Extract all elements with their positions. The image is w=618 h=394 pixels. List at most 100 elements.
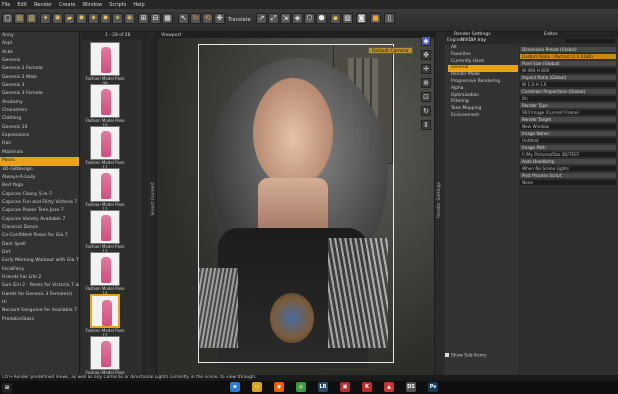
app2-icon[interactable]: ▲ [384,382,394,392]
tool-c-icon[interactable]: ⇲ [280,13,291,24]
uber-light-icon[interactable]: ✶ [112,13,123,24]
zoom-icon[interactable]: ⊕ [421,78,431,88]
tree-item[interactable]: Anny [0,32,79,40]
tree-item[interactable]: Capsces Classy 5-in-7 [0,191,79,199]
group-icon[interactable]: ⊟ [150,13,161,24]
node-icon[interactable]: ⊞ [138,13,149,24]
smart-content-tab[interactable]: Smart Content [150,32,157,375]
translate-icon[interactable]: ✥ [214,13,225,24]
tool-e-icon[interactable]: ⬡ [304,13,315,24]
tree-item[interactable]: Poses [0,157,79,166]
tree-item[interactable]: Gun Girl 2 - Poses for Victoria 7 and 7.… [0,282,79,290]
tree-item[interactable]: Genesis 3 Female [0,90,79,98]
tree-item[interactable]: Dark Spell [0,241,79,249]
menu-edit[interactable]: Edit [17,2,27,8]
tree-item[interactable]: Classical Dance [0,224,79,232]
grid-icon[interactable]: ▦ [162,13,173,24]
tab-render-settings[interactable]: Render Settings [454,32,491,37]
render-settings-side-tab[interactable]: Render Settings [434,32,444,375]
render-settings-icon[interactable]: ▧ [342,13,353,24]
tree-item[interactable]: Genesis 10 [0,124,79,132]
pointer-icon[interactable]: ↖ [178,13,189,24]
tool-b-icon[interactable]: ⤢ [268,13,279,24]
menu-file[interactable]: File [2,2,10,8]
tree-item[interactable]: Anatomy [0,99,79,107]
menu-create[interactable]: Create [59,2,76,8]
search-input[interactable] [565,39,615,43]
k-icon[interactable]: K [362,382,372,392]
tree-item[interactable]: Aspt [0,40,79,48]
tool-g-icon[interactable]: ▪ [330,13,341,24]
pose-thumbnail[interactable] [90,168,120,202]
render-nav-item[interactable]: Progressive Rendering [448,79,518,86]
render-now-icon[interactable]: ■ [370,13,381,24]
pose-thumbnail[interactable] [90,336,120,370]
tree-item[interactable]: Early Morning Workout with Gia 7 [0,257,79,265]
render-nav-item[interactable]: Environment [448,113,518,120]
tree-item[interactable]: Characters [0,107,79,115]
property-value[interactable]: Still Image (Current Frame) [520,110,616,115]
tree-item[interactable]: Bed Yoga [0,182,79,190]
orbit-icon[interactable]: ✥ [421,50,431,60]
tree-item[interactable]: Always-A-Lady [0,174,79,182]
tree-item[interactable]: Dirt [0,249,79,257]
tool-f-icon[interactable]: ⬢ [316,13,327,24]
tree-item[interactable]: Nociant Sanguine for Available 7 [0,307,79,315]
photoshop-icon[interactable]: Ps [428,382,438,392]
property-value[interactable]: W 494 H 800 [520,68,616,73]
pose-thumbnail[interactable] [90,252,120,286]
roll-icon[interactable]: ↻ [421,106,431,116]
tree-item[interactable]: Acke [0,49,79,57]
pose-thumbnail[interactable] [90,42,120,76]
light-icon[interactable]: ✺ [52,13,63,24]
property-value[interactable]: None [520,180,616,185]
thumbs-scrollbar[interactable] [142,40,148,375]
property-value[interactable]: Untitled [520,138,616,143]
menu-window[interactable]: Window [83,2,103,8]
render-nav-item[interactable]: Alpha [448,86,518,93]
property-value[interactable]: On [520,96,616,101]
spot-icon[interactable]: ✹ [76,13,87,24]
camera-dropdown[interactable]: Default Camera [368,47,413,54]
open-icon[interactable]: ▤ [14,13,25,24]
viewport[interactable]: Viewport Default Camera [158,32,434,375]
tree-item[interactable]: FeralFeny [0,266,79,274]
render-nav-item[interactable]: All [448,45,518,52]
tree-item[interactable]: Genesis [0,57,79,65]
firefox-icon[interactable]: ◉ [274,382,284,392]
tree-item[interactable]: Capsces Power Teen Jose 7 [0,207,79,215]
tree-item[interactable]: Capsces Variety Available 7 [0,216,79,224]
daz-icon[interactable]: DS [406,382,416,392]
property-value[interactable]: W 1.0 H 1.6 [520,82,616,87]
chrome-icon[interactable]: ◎ [296,382,306,392]
property-value[interactable]: Custom Ratio : Portrait (1:1.6180) [520,54,616,59]
universal-icon[interactable]: ⟲ [202,13,213,24]
menu-scripts[interactable]: Scripts [109,2,126,8]
property-value[interactable]: F:/My Pictures/Daz 3D/TEST [520,152,616,157]
distant-light-icon[interactable]: ✷ [88,13,99,24]
frame-icon[interactable]: ⊡ [421,92,431,102]
tree-item[interactable]: Genesis 3 [0,82,79,90]
pose-thumbnail[interactable] [90,84,120,118]
property-value[interactable]: When No Scene Lights [520,166,616,171]
rotate-icon[interactable]: ↻ [190,13,201,24]
render-icon[interactable]: ✦ [40,13,51,24]
tree-item[interactable]: PredatorGlass [0,316,79,324]
aux-icon[interactable]: ▯ [384,13,395,24]
edge-icon[interactable]: e [230,382,240,392]
view-cube-icon[interactable]: ◆ [421,36,431,46]
show-sub-items[interactable]: Show Sub Items [445,353,505,359]
emitter-icon[interactable]: ❋ [124,13,135,24]
tree-item[interactable]: Capsces Fun and Flirty Victoria 7 [0,199,79,207]
scene-render[interactable]: Default Camera [158,38,434,375]
pose-thumbnail[interactable] [90,210,120,244]
tree-item[interactable]: 3D-G8Design [0,166,79,174]
pose-thumbnail[interactable] [90,126,120,160]
point-light-icon[interactable]: ✸ [100,13,111,24]
tab-editor[interactable]: Editor [544,32,558,37]
tree-item[interactable]: Clothing [0,115,79,123]
save-icon[interactable]: ▥ [26,13,37,24]
new-icon[interactable]: ▢ [2,13,13,24]
tree-item[interactable]: Genesis 2 Female [0,65,79,73]
pan-icon[interactable]: ✛ [421,64,431,74]
